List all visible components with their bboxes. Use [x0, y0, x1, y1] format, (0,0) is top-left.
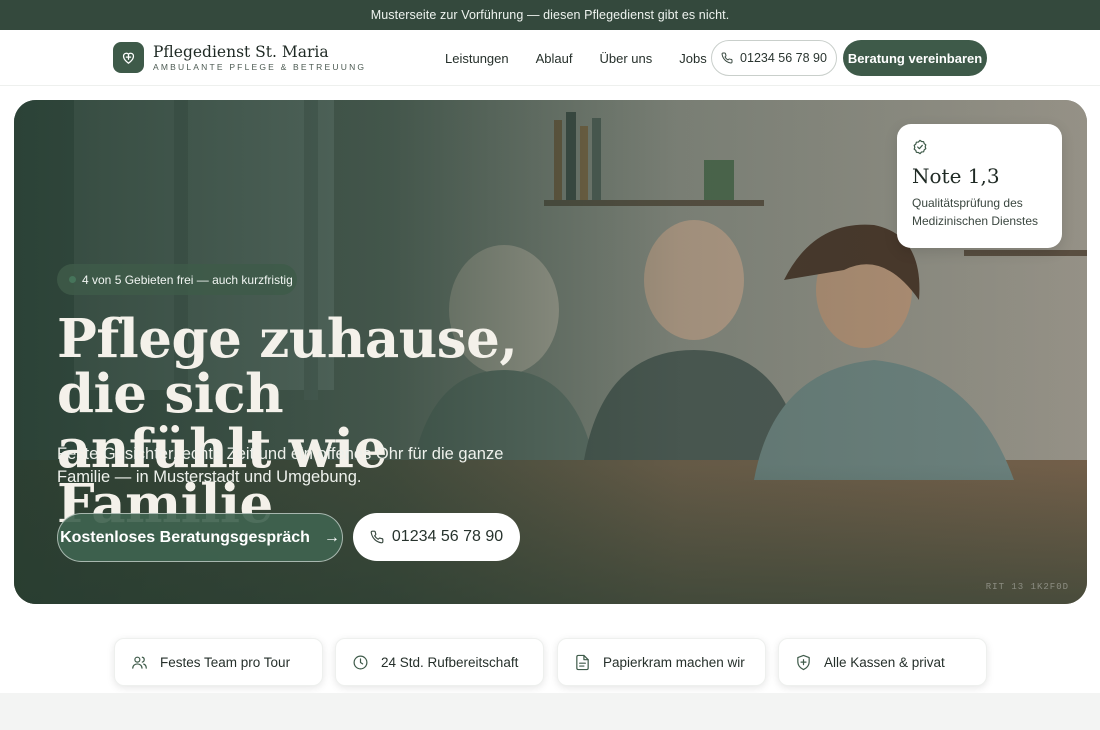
hero-section: Note 1,3 Qualitätsprüfung des Medizinisc…	[14, 100, 1087, 604]
brand-name: Pflegedienst St. Maria	[153, 42, 329, 61]
hero-headline-line-1: Pflege zuhause, die sich	[57, 308, 518, 425]
nav-item-leistungen[interactable]: Leistungen	[445, 51, 509, 66]
hero-phone-label: 01234 56 78 90	[391, 528, 504, 545]
badge-check-icon	[913, 139, 927, 155]
hero-headline: Pflege zuhause, die sich anfühlt wie Fam…	[57, 312, 617, 532]
feature-label-on-call: 24 Std. Rufbereitschaft	[381, 654, 519, 670]
book-consultation-button[interactable]: Beratung vereinbaren	[843, 40, 987, 76]
free-consultation-label: Kostenloses Beratungsgespräch	[60, 528, 310, 546]
feature-label-insurance: Alle Kassen & privat	[824, 654, 945, 670]
feature-card-on-call: 24 Std. Rufbereitschaft	[335, 638, 544, 686]
rating-title: Note 1,3	[912, 164, 1000, 188]
arrow-right-icon: →	[323, 528, 340, 546]
document-icon	[576, 654, 589, 670]
availability-badge: 4 von 5 Gebieten frei — auch kurzfristig	[57, 264, 297, 295]
next-section-band	[0, 693, 1100, 730]
feature-label-paperwork: Papierkram machen wir	[603, 654, 745, 670]
phone-icon	[370, 530, 384, 544]
clock-icon	[353, 655, 368, 669]
brand-tagline: AMBULANTE PFLEGE & BETREUUNG	[153, 61, 367, 72]
rating-card: Note 1,3 Qualitätsprüfung des Medizinisc…	[897, 124, 1062, 248]
site-header: Pflegedienst St. Maria AMBULANTE PFLEGE …	[0, 30, 1100, 86]
photo-credit: RIT 13 1K2F0D	[985, 582, 1069, 592]
header-phone-label: 01234 56 78 90	[740, 51, 827, 65]
feature-card-paperwork: Papierkram machen wir	[557, 638, 766, 686]
availability-text: 4 von 5 Gebieten frei — auch kurzfristig	[82, 272, 293, 287]
demo-notice-bar: Musterseite zur Vorführung — diesen Pfle…	[0, 0, 1100, 30]
brand-logo[interactable]: Pflegedienst St. Maria AMBULANTE PFLEGE …	[113, 42, 366, 73]
phone-icon	[721, 52, 733, 64]
hero-lead: Feste Gesichter, echte Zeit und ein offe…	[57, 445, 504, 486]
nav-item-ueber-uns[interactable]: Über uns	[600, 51, 653, 66]
feature-label-team: Festes Team pro Tour	[160, 654, 291, 670]
users-icon	[132, 656, 147, 669]
feature-card-team: Festes Team pro Tour	[114, 638, 323, 686]
main-nav: Leistungen Ablauf Über uns Jobs	[445, 30, 734, 86]
nav-item-ablauf[interactable]: Ablauf	[536, 51, 573, 66]
demo-notice-text: Musterseite zur Vorführung — diesen Pfle…	[370, 8, 730, 22]
shield-plus-icon	[797, 654, 810, 670]
free-consultation-button[interactable]: Kostenloses Beratungsgespräch →	[57, 513, 343, 562]
hero-phone-button[interactable]: 01234 56 78 90	[353, 513, 520, 561]
feature-card-insurance: Alle Kassen & privat	[778, 638, 987, 686]
heart-hands-icon	[113, 42, 144, 73]
nav-item-jobs[interactable]: Jobs	[679, 51, 706, 66]
rating-text: Qualitätsprüfung des Medizinischen Diens…	[912, 196, 1039, 228]
availability-dot	[69, 276, 76, 283]
feature-list: Festes Team pro Tour 24 Std. Rufbereitsc…	[114, 638, 987, 686]
header-phone-button[interactable]: 01234 56 78 90	[711, 40, 837, 76]
